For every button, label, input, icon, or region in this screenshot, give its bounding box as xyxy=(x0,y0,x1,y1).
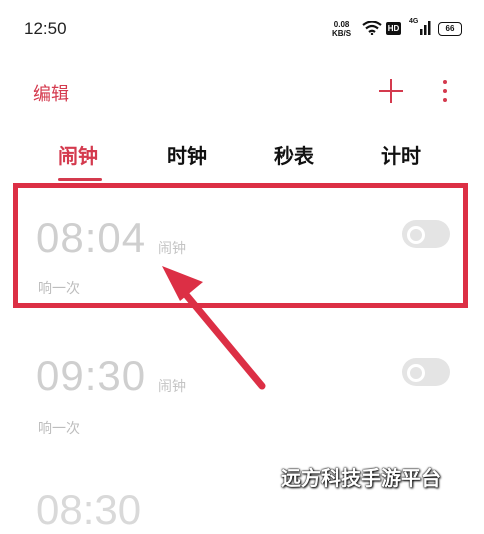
arrow-pointer-icon xyxy=(162,266,266,390)
watermark-text: 远方科技手游平台 xyxy=(281,466,441,490)
